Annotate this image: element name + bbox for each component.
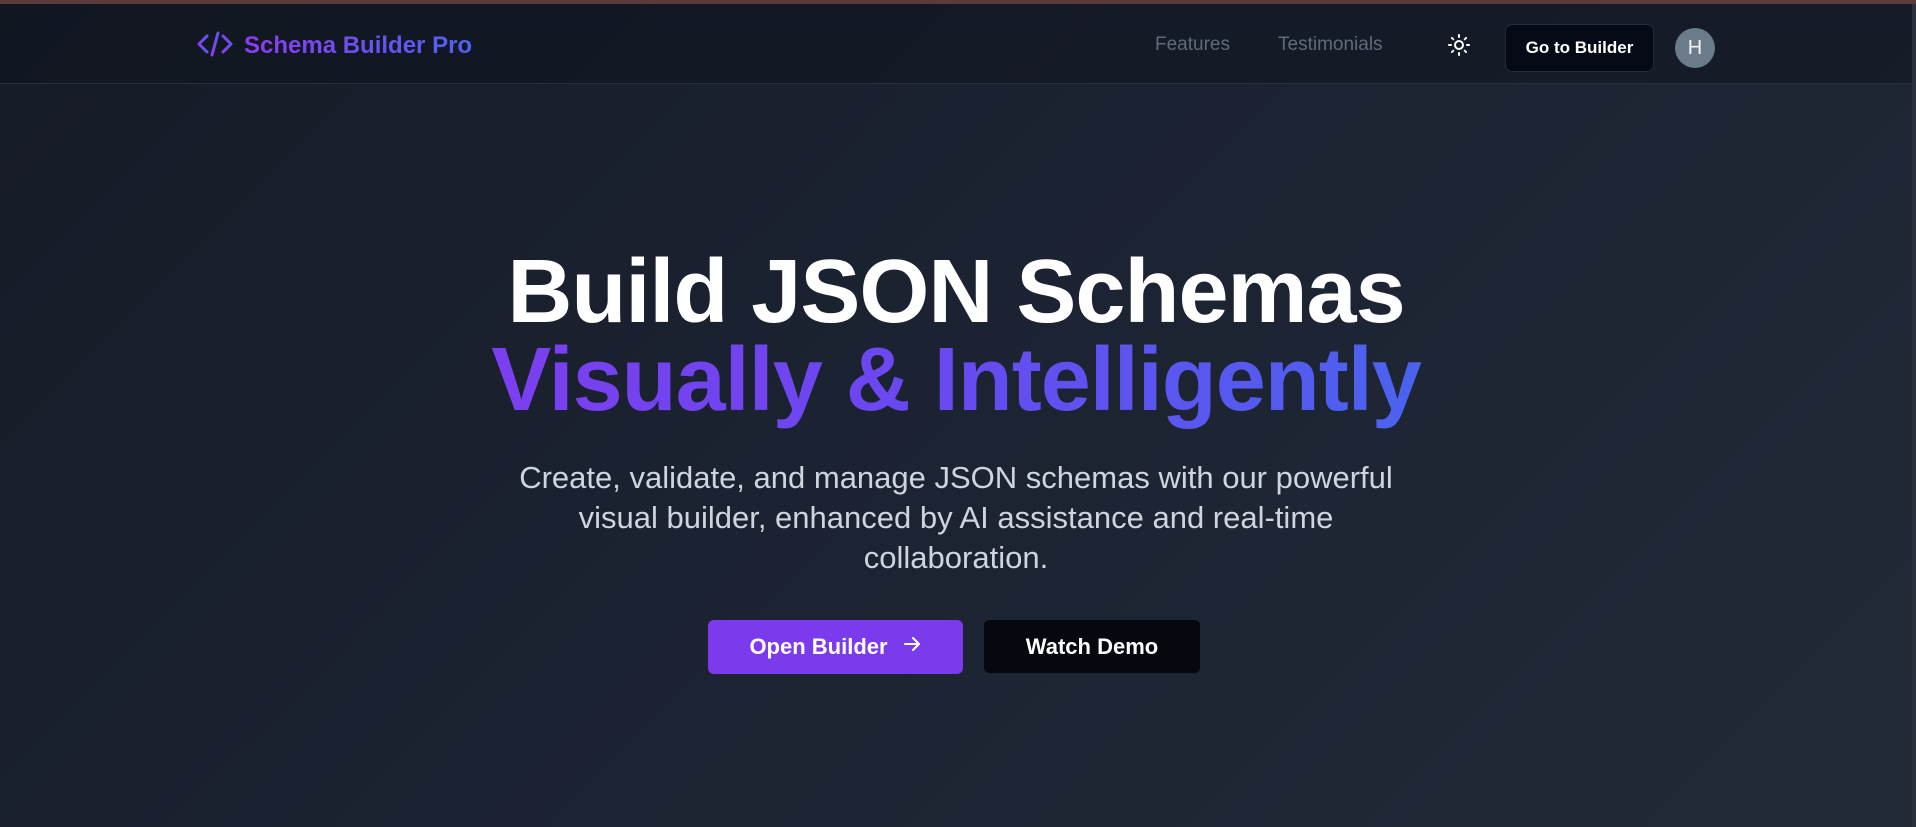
page-scrollbar[interactable] (1912, 4, 1916, 827)
hero-title-gradient-text: Visually & Intelligently (491, 330, 1422, 430)
nav-link-features[interactable]: Features (1155, 34, 1230, 56)
theme-toggle-button[interactable] (1444, 32, 1474, 62)
hero-subtitle: Create, validate, and manage JSON schema… (476, 458, 1436, 578)
hero-subtitle-line-1: Create, validate, and manage JSON schema… (519, 460, 1393, 495)
hero-subtitle-line-3: collaboration. (863, 540, 1049, 575)
watch-demo-button[interactable]: Watch Demo (983, 619, 1201, 674)
brand-name: Schema Builder Pro (244, 32, 473, 59)
site-header: Schema Builder Pro Features Testimonials (0, 4, 1912, 84)
hero-subtitle-line-2: visual builder, enhanced by AI assistanc… (578, 500, 1334, 535)
open-builder-button[interactable]: Open Builder (708, 620, 963, 674)
hero-title-line-2: Visually & Intelligently (0, 328, 1912, 432)
code-icon (196, 29, 234, 64)
open-builder-label: Open Builder (749, 634, 888, 659)
landing-page: Schema Builder Pro Features Testimonials (0, 4, 1912, 827)
avatar[interactable]: H (1675, 28, 1715, 68)
sun-icon (1447, 33, 1471, 62)
brand-logo[interactable]: Schema Builder Pro (196, 30, 472, 62)
arrow-right-icon (902, 634, 922, 660)
nav-link-testimonials[interactable]: Testimonials (1278, 34, 1383, 56)
hero-title-line-1: Build JSON Schemas (507, 242, 1405, 342)
go-to-builder-button[interactable]: Go to Builder (1505, 24, 1654, 72)
